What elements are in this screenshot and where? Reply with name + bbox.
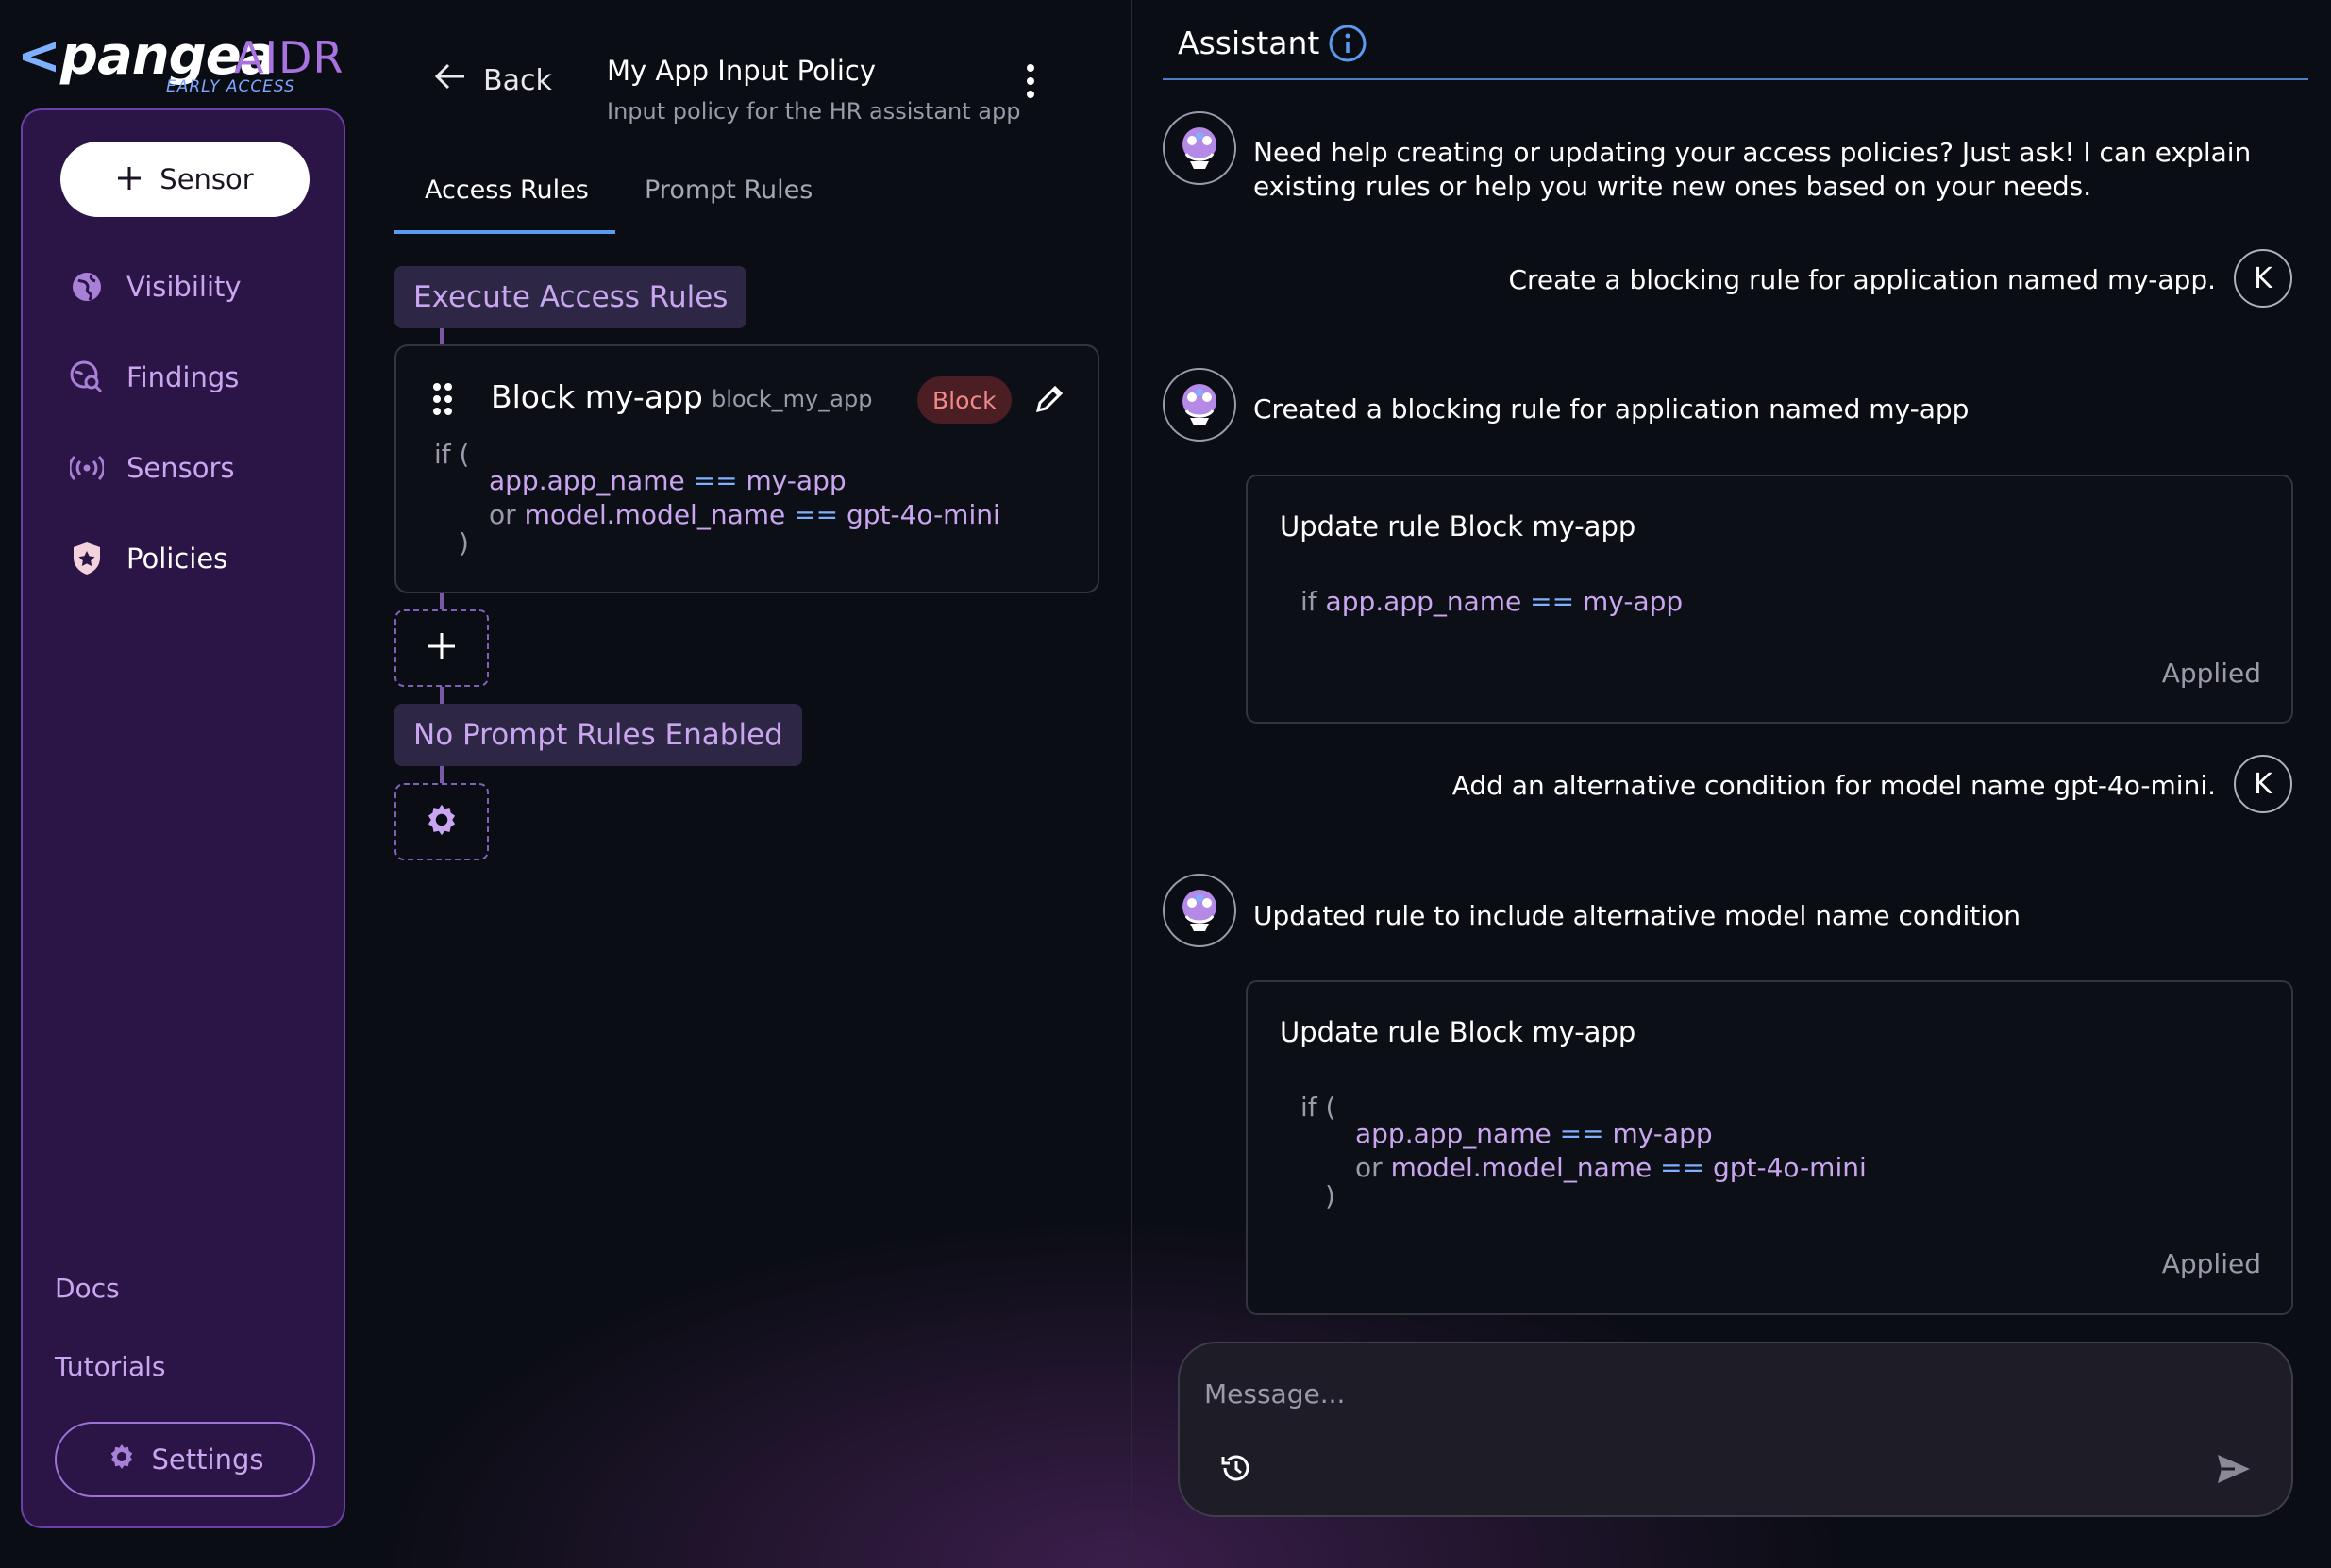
tab-prompt-rules[interactable]: Prompt Rules <box>645 175 813 205</box>
add-rule-button[interactable] <box>394 609 489 687</box>
rule-update-code-cond2: or model.model_name == gpt-4o-mini <box>1355 1152 1867 1183</box>
rule-update-title: Update rule Block my-app <box>1280 510 1636 542</box>
rule-card[interactable]: Block my-app block_my_app Block if ( app… <box>394 344 1099 593</box>
rule-code-cond2: or model.model_name == gpt-4o-mini <box>489 499 1000 530</box>
assistant-title: Assistant <box>1178 25 1320 61</box>
rule-code-if: if ( <box>434 439 470 470</box>
tutorials-link[interactable]: Tutorials <box>55 1351 166 1382</box>
execute-access-rules-chip: Execute Access Rules <box>394 266 747 328</box>
logo-product: AIDR <box>234 32 344 83</box>
policy-title: My App Input Policy <box>607 55 877 87</box>
sidebar-item-label: Sensors <box>126 452 235 484</box>
assistant-message: Need help creating or updating your acce… <box>1253 137 2252 202</box>
globe-icon <box>70 270 104 304</box>
sidebar: Sensor Visibility Findings Sensors Polic… <box>21 108 345 1528</box>
prompt-rules-settings-button[interactable] <box>394 783 489 860</box>
sidebar-item-visibility[interactable]: Visibility <box>70 263 242 310</box>
gear-icon <box>107 1442 137 1478</box>
user-message: Add an alternative condition for model n… <box>1451 770 2216 801</box>
assistant-avatar <box>1163 874 1236 947</box>
flow-connector <box>440 687 444 704</box>
block-action-badge: Block <box>917 376 1012 424</box>
bot-mascot-icon <box>1182 384 1216 425</box>
sidebar-item-label: Policies <box>126 542 228 575</box>
rule-update-code-cond1: app.app_name == my-app <box>1355 1118 1713 1149</box>
settings-button[interactable]: Settings <box>55 1422 315 1497</box>
no-prompt-rules-chip: No Prompt Rules Enabled <box>394 704 802 766</box>
back-button[interactable]: Back <box>434 62 552 98</box>
sidebar-item-sensors[interactable]: Sensors <box>70 444 235 492</box>
rule-code-cond1: app.app_name == my-app <box>489 465 847 496</box>
sidebar-item-policies[interactable]: Policies <box>70 535 227 582</box>
applied-status: Applied <box>2161 1248 2261 1279</box>
sidebar-item-findings[interactable]: Findings <box>70 354 239 401</box>
rule-update-card: Update rule Block my-app if app.app_name… <box>1246 475 2293 724</box>
flow-connector <box>440 328 444 345</box>
assistant-message: Created a blocking rule for application … <box>1253 393 1970 425</box>
send-icon[interactable] <box>2216 1453 2252 1489</box>
rule-code-close: ) <box>459 527 469 559</box>
settings-label: Settings <box>151 1443 264 1476</box>
rule-name: Block my-app <box>491 378 703 415</box>
tab-access-rules[interactable]: Access Rules <box>425 175 589 205</box>
policy-subtitle: Input policy for the HR assistant app <box>607 98 1021 125</box>
search-globe-icon <box>70 360 104 394</box>
applied-status: Applied <box>2161 658 2261 689</box>
gear-icon <box>423 801 461 842</box>
broadcast-icon <box>70 451 104 485</box>
rule-update-card: Update rule Block my-app if ( app.app_na… <box>1246 980 2293 1315</box>
docs-link[interactable]: Docs <box>55 1273 120 1304</box>
plus-icon <box>116 160 143 198</box>
bot-mascot-icon <box>1182 127 1216 169</box>
rule-id: block_my_app <box>712 386 873 412</box>
plus-icon <box>426 630 458 666</box>
assistant-header-divider <box>1163 78 2308 80</box>
logo-tag: EARLY ACCESS <box>166 77 295 96</box>
panel-divider <box>1131 0 1132 1568</box>
shield-star-icon <box>70 542 104 575</box>
more-options-icon[interactable] <box>1021 62 1040 100</box>
pencil-icon[interactable] <box>1034 382 1066 418</box>
sidebar-item-label: Visibility <box>126 271 242 303</box>
assistant-avatar <box>1163 368 1236 442</box>
flow-connector <box>440 592 444 609</box>
sensor-button-label: Sensor <box>159 163 254 195</box>
user-avatar: K <box>2234 755 2292 813</box>
rule-update-code-if: if ( <box>1300 1092 1336 1123</box>
arrow-left-icon <box>434 62 466 98</box>
active-tab-indicator <box>394 230 615 234</box>
bot-mascot-icon <box>1182 890 1216 931</box>
history-icon[interactable] <box>1217 1449 1255 1491</box>
user-avatar: K <box>2234 249 2292 308</box>
add-sensor-button[interactable]: Sensor <box>60 142 310 217</box>
user-message: Create a blocking rule for application n… <box>1508 264 2216 295</box>
info-icon[interactable] <box>1328 24 1367 67</box>
rule-update-code: if app.app_name == my-app <box>1300 586 1684 617</box>
rule-update-title: Update rule Block my-app <box>1280 1016 1636 1048</box>
back-label: Back <box>483 63 552 97</box>
brand-logo[interactable]: <pangea AIDR EARLY ACCESS <box>17 28 344 97</box>
rule-update-code-close: ) <box>1325 1180 1335 1211</box>
drag-handle-icon[interactable] <box>432 382 453 420</box>
flow-connector <box>440 766 444 783</box>
sidebar-item-label: Findings <box>126 361 240 393</box>
message-composer <box>1178 1342 2293 1517</box>
assistant-avatar <box>1163 111 1236 185</box>
message-input[interactable] <box>1202 1370 2150 1417</box>
assistant-message: Updated rule to include alternative mode… <box>1253 900 2021 931</box>
